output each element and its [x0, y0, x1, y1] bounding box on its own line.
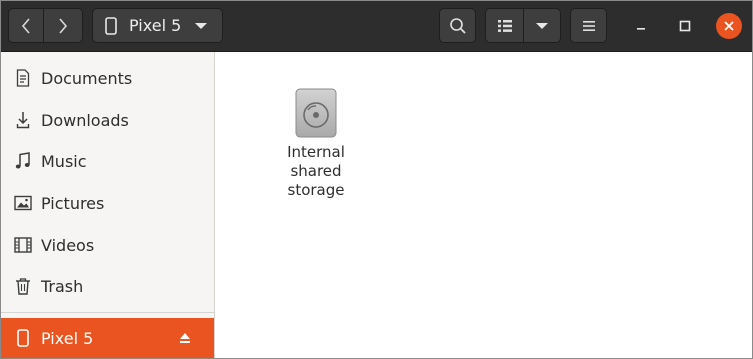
sidebar-separator [1, 312, 214, 313]
trash-icon [14, 277, 32, 295]
sidebar-item-music[interactable]: Music [1, 141, 214, 181]
sidebar-item-downloads[interactable]: Downloads [1, 100, 214, 140]
drive-icon [295, 88, 337, 138]
sidebar: Documents Downloads Music Pictures Video [1, 52, 215, 358]
file-manager-window: Pixel 5 Documents Downloads Music Pictur… [0, 0, 753, 359]
sidebar-item-videos[interactable]: Videos [1, 225, 214, 265]
phone-icon [14, 329, 32, 347]
location-label: Pixel 5 [129, 16, 182, 35]
back-button[interactable] [8, 8, 44, 43]
music-note-icon [14, 152, 32, 170]
phone-icon [105, 16, 117, 35]
view-options-button[interactable] [523, 8, 561, 43]
sidebar-item-pixel-5[interactable]: Pixel 5 [1, 318, 214, 358]
maximize-icon [679, 20, 691, 32]
sidebar-item-label: Documents [41, 68, 133, 88]
document-icon [14, 69, 32, 87]
caret-down-icon [536, 22, 548, 29]
sidebar-item-label: Pictures [41, 193, 105, 213]
chevron-left-icon [21, 17, 30, 34]
list-view-icon [497, 19, 512, 32]
close-icon [724, 21, 734, 31]
file-label: Internal shared storage [287, 143, 345, 199]
view-button[interactable] [485, 8, 524, 43]
download-icon [14, 111, 32, 129]
sidebar-item-documents[interactable]: Documents [1, 58, 214, 98]
sidebar-item-trash[interactable]: Trash [1, 266, 214, 306]
file-view: Internal shared storage [215, 52, 752, 358]
film-icon [14, 236, 32, 254]
sidebar-item-label: Videos [41, 235, 95, 255]
forward-button[interactable] [43, 8, 83, 43]
sidebar-item-label: Downloads [41, 110, 129, 130]
search-button[interactable] [439, 8, 476, 43]
location-button[interactable]: Pixel 5 [92, 8, 223, 43]
search-icon [449, 17, 466, 34]
sidebar-item-pictures[interactable]: Pictures [1, 183, 214, 223]
chevron-right-icon [59, 17, 68, 34]
picture-icon [14, 194, 32, 212]
caret-down-icon [195, 22, 208, 29]
hamburger-menu-icon [582, 20, 595, 31]
header-bar: Pixel 5 [1, 1, 752, 52]
menu-button[interactable] [570, 8, 607, 43]
close-button[interactable] [716, 13, 742, 39]
sidebar-item-label: Music [41, 151, 87, 171]
minimize-button[interactable] [628, 13, 654, 39]
maximize-button[interactable] [672, 13, 698, 39]
eject-icon[interactable] [176, 329, 194, 347]
minimize-icon [637, 28, 645, 30]
file-item[interactable]: Internal shared storage [277, 88, 355, 200]
sidebar-item-label: Pixel 5 [41, 329, 94, 348]
sidebar-item-label: Trash [41, 276, 84, 296]
